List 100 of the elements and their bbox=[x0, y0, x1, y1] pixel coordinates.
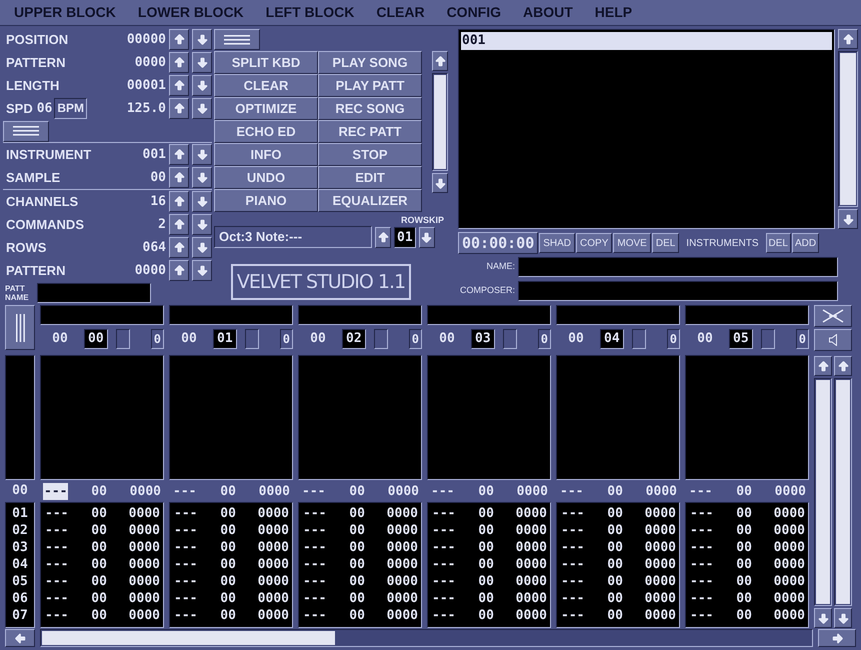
function-button[interactable]: CLEAR bbox=[214, 74, 318, 97]
up-button[interactable] bbox=[834, 356, 852, 376]
function-button[interactable]: STOP bbox=[318, 143, 422, 166]
menu-button[interactable] bbox=[3, 120, 49, 142]
rowskip-value[interactable]: 01 bbox=[394, 226, 416, 248]
channel-name-field[interactable] bbox=[685, 305, 809, 325]
up-button[interactable] bbox=[814, 356, 832, 376]
down-button[interactable] bbox=[192, 237, 212, 258]
channel-number[interactable]: 02 bbox=[342, 329, 366, 349]
horizontal-scroll-track[interactable] bbox=[40, 629, 813, 647]
down-button[interactable] bbox=[192, 75, 212, 96]
instrument-cell: 00 bbox=[349, 505, 365, 522]
channel-name-field[interactable] bbox=[169, 305, 293, 325]
up-button[interactable] bbox=[169, 29, 189, 50]
mute-all-button[interactable] bbox=[814, 305, 852, 327]
up-button[interactable] bbox=[169, 237, 189, 258]
up-button[interactable] bbox=[169, 167, 189, 188]
menu-button[interactable] bbox=[214, 29, 260, 50]
up-button[interactable] bbox=[432, 51, 448, 71]
down-button[interactable] bbox=[192, 144, 212, 165]
up-button[interactable] bbox=[838, 29, 858, 49]
up-button[interactable] bbox=[375, 226, 391, 248]
menu-item[interactable]: ABOUT bbox=[523, 2, 573, 23]
down-button[interactable] bbox=[834, 608, 852, 628]
menu-item[interactable]: LEFT BLOCK bbox=[266, 2, 354, 23]
arrow-up-icon bbox=[376, 230, 390, 244]
up-button[interactable] bbox=[169, 52, 189, 73]
channel-number[interactable]: 03 bbox=[471, 329, 495, 349]
block-tool-button[interactable]: SHAD bbox=[539, 233, 576, 253]
note-cell: --- bbox=[302, 590, 328, 607]
down-button[interactable] bbox=[192, 191, 212, 212]
text-field[interactable] bbox=[518, 281, 838, 301]
function-button[interactable]: UNDO bbox=[214, 166, 318, 189]
speaker-button[interactable] bbox=[814, 329, 852, 351]
function-button[interactable]: SPLIT KBD bbox=[214, 51, 318, 74]
down-button[interactable] bbox=[192, 98, 212, 119]
arrow-up-icon bbox=[816, 360, 830, 372]
channel-number[interactable]: 01 bbox=[213, 329, 237, 349]
function-button[interactable]: OPTIMIZE bbox=[214, 97, 318, 120]
down-button[interactable] bbox=[814, 608, 832, 628]
instrument-cell: 00 bbox=[736, 607, 752, 624]
right-button[interactable] bbox=[818, 629, 856, 647]
down-button[interactable] bbox=[432, 173, 448, 193]
down-button[interactable] bbox=[192, 52, 212, 73]
effect-cell: 0000 bbox=[774, 556, 805, 573]
function-button[interactable]: REC SONG bbox=[318, 97, 422, 120]
effect-cell: 0000 bbox=[516, 556, 547, 573]
down-button[interactable] bbox=[192, 214, 212, 235]
left-button[interactable] bbox=[5, 629, 35, 647]
menu-item[interactable]: UPPER BLOCK bbox=[14, 2, 116, 23]
function-button[interactable]: ECHO ED bbox=[214, 120, 318, 143]
function-button[interactable]: EQUALIZER bbox=[318, 189, 422, 212]
text-field[interactable] bbox=[518, 257, 838, 277]
channel-name-field[interactable] bbox=[40, 305, 164, 325]
unit-label[interactable]: BPM bbox=[54, 98, 88, 119]
channel-number[interactable]: 00 bbox=[84, 329, 108, 349]
pattern-name-field[interactable] bbox=[37, 283, 151, 303]
param-value: 2 bbox=[158, 216, 167, 234]
function-button[interactable]: PIANO bbox=[214, 189, 318, 212]
menu-item[interactable]: CLEAR bbox=[376, 2, 425, 23]
menu-item[interactable]: LOWER BLOCK bbox=[138, 2, 244, 23]
up-button[interactable] bbox=[169, 191, 189, 212]
down-button[interactable] bbox=[418, 226, 435, 248]
effect-cell: 0000 bbox=[644, 539, 676, 556]
down-button[interactable] bbox=[192, 167, 212, 188]
effect-cell: 0000 bbox=[128, 573, 160, 590]
up-button[interactable] bbox=[169, 144, 189, 165]
instrument-cell: 00 bbox=[91, 505, 107, 522]
empty-slot bbox=[632, 329, 646, 349]
up-button[interactable] bbox=[169, 98, 189, 119]
instrument-item[interactable]: 001 bbox=[461, 32, 832, 50]
function-button[interactable]: PLAY SONG bbox=[318, 51, 422, 74]
block-tool-button[interactable]: COPY bbox=[576, 233, 612, 253]
instrument-cell: 00 bbox=[91, 590, 107, 607]
channel-number[interactable]: 05 bbox=[729, 329, 753, 349]
down-button[interactable] bbox=[192, 260, 212, 281]
grip-button[interactable] bbox=[5, 305, 35, 350]
instrument-button[interactable]: DEL bbox=[766, 233, 791, 253]
block-tool-button[interactable]: DEL bbox=[652, 233, 680, 253]
function-button[interactable]: EDIT bbox=[318, 166, 422, 189]
channel-name-field[interactable] bbox=[298, 305, 422, 325]
up-button[interactable] bbox=[169, 260, 189, 281]
scroll-thumb[interactable] bbox=[42, 631, 335, 645]
note-cell: --- bbox=[560, 505, 586, 522]
menu-item[interactable]: HELP bbox=[594, 2, 632, 23]
down-button[interactable] bbox=[838, 209, 858, 229]
up-button[interactable] bbox=[169, 75, 189, 96]
instrument-button[interactable]: ADD bbox=[792, 233, 820, 253]
block-tool-button[interactable]: MOVE bbox=[613, 233, 651, 253]
effect-cell: 0000 bbox=[516, 607, 547, 624]
channel-number[interactable]: 04 bbox=[600, 329, 624, 349]
up-button[interactable] bbox=[169, 214, 189, 235]
function-button[interactable]: INFO bbox=[214, 143, 318, 166]
menu-item[interactable]: CONFIG bbox=[446, 2, 502, 23]
channel-name-field[interactable] bbox=[556, 305, 680, 325]
down-button[interactable] bbox=[192, 29, 212, 50]
channel-name-field[interactable] bbox=[427, 305, 551, 325]
effect-cell: 0000 bbox=[774, 607, 805, 624]
function-button[interactable]: REC PATT bbox=[318, 120, 422, 143]
function-button[interactable]: PLAY PATT bbox=[318, 74, 422, 97]
